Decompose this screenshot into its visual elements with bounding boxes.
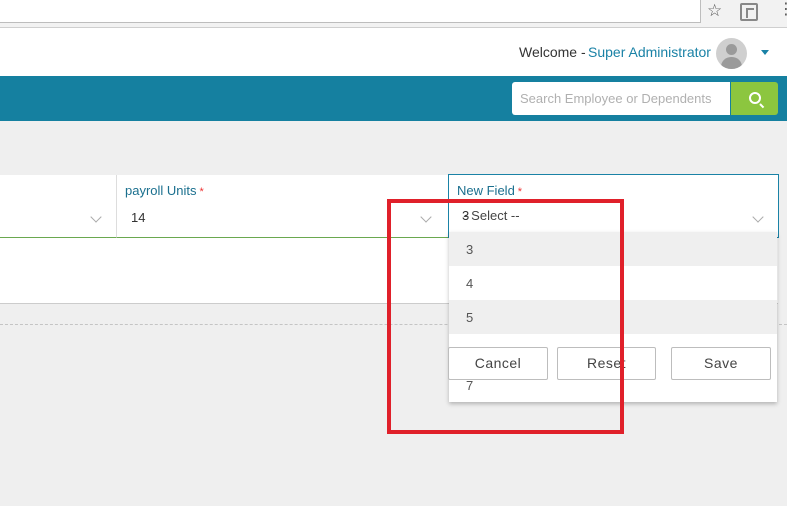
search-input[interactable] [512,82,730,115]
field-label: payroll Units * [125,183,204,198]
field-label: New Field * [457,183,522,198]
star-icon[interactable]: ☆ [707,1,722,21]
payroll-units-label: payroll Units [125,183,197,198]
save-button[interactable]: Save [671,347,771,380]
required-mark: * [199,186,204,198]
chevron-down-icon[interactable] [761,50,769,55]
chevron-down-icon [90,211,102,223]
highlight-annotation [387,199,624,434]
avatar-head-icon [726,44,737,55]
payroll-units-value: 14 [131,210,146,225]
search-icon [749,92,761,104]
chevron-down-icon [752,211,764,223]
address-bar[interactable] [0,0,701,23]
select-field-1[interactable] [0,175,117,238]
avatar[interactable] [716,38,747,69]
new-field-label: New Field [457,183,515,198]
kebab-icon[interactable]: ⋮ [778,2,787,18]
extension-icon[interactable] [740,3,758,21]
user-name-link[interactable]: Super Administrator [588,44,711,60]
required-mark: * [517,186,523,198]
avatar-body-icon [721,57,742,69]
welcome-label: Welcome - [519,44,586,60]
